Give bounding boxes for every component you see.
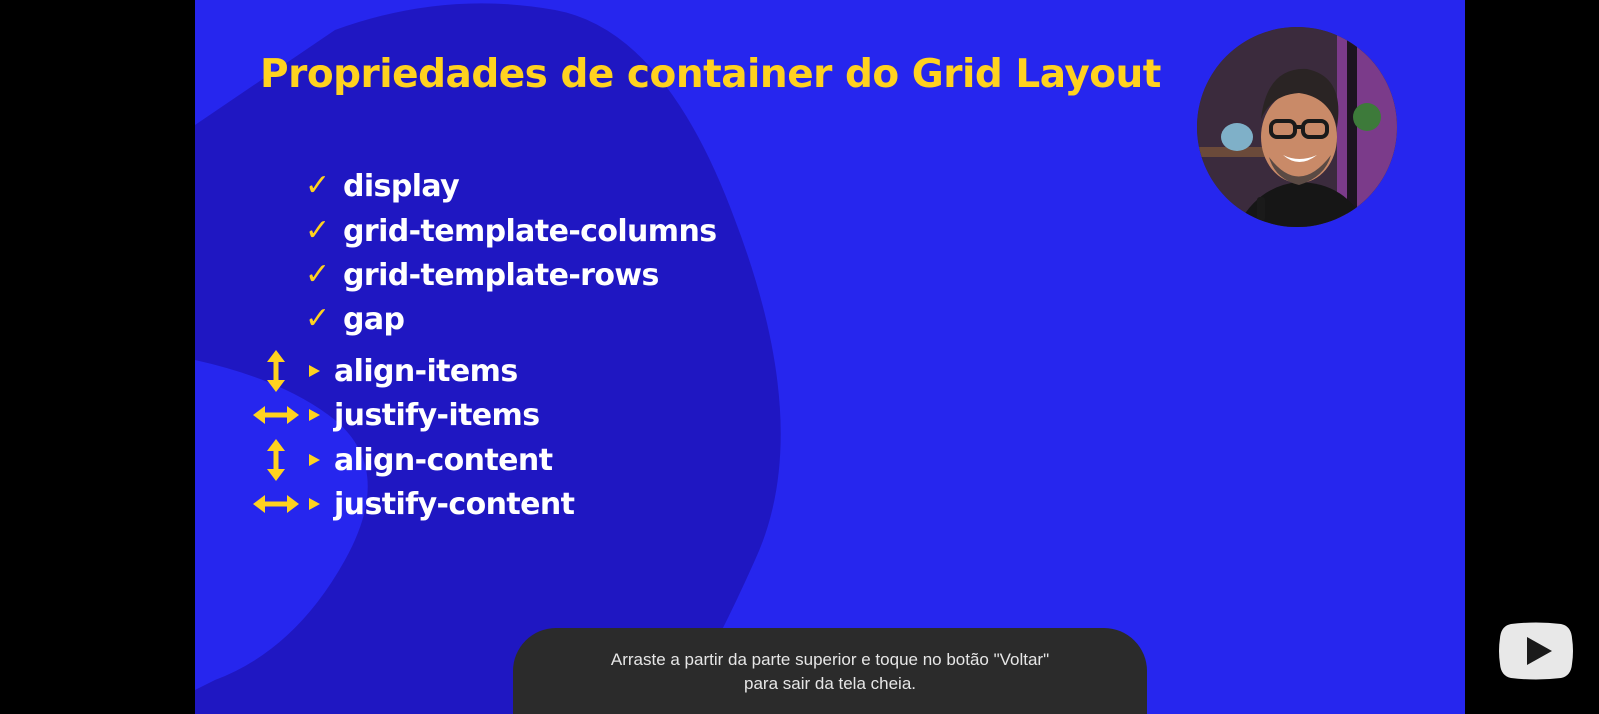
list-item-grid-template-rows: ✓ grid-template-rows xyxy=(305,253,659,297)
property-label: align-items xyxy=(334,353,518,389)
property-label: gap xyxy=(343,301,405,337)
property-list: ✓ display ✓ grid-template-columns ✓ grid… xyxy=(195,0,895,714)
check-icon: ✓ xyxy=(305,168,331,203)
presenter-webcam-avatar xyxy=(1197,27,1397,227)
bullet-triangle-icon xyxy=(309,409,320,421)
list-item-justify-items: justify-items xyxy=(251,393,540,437)
list-item-align-content: align-content xyxy=(251,438,553,482)
check-icon: ✓ xyxy=(305,301,331,336)
fullscreen-exit-toast: Arraste a partir da parte superior e toq… xyxy=(513,628,1147,714)
bullet-triangle-icon xyxy=(309,365,320,377)
video-frame[interactable]: Propriedades de container do Grid Layout… xyxy=(195,0,1465,714)
property-label: grid-template-columns xyxy=(343,213,717,249)
property-label: justify-items xyxy=(334,397,540,433)
vertical-arrows-icon xyxy=(251,349,301,393)
fullscreen-video-player[interactable]: Propriedades de container do Grid Layout… xyxy=(0,0,1599,714)
bullet-triangle-icon xyxy=(309,498,320,510)
property-label: display xyxy=(343,168,460,204)
check-icon: ✓ xyxy=(305,213,331,248)
property-label: grid-template-rows xyxy=(343,257,659,293)
check-icon: ✓ xyxy=(305,257,331,292)
youtube-play-icon xyxy=(1499,622,1573,680)
toast-message-line-1: Arraste a partir da parte superior e toq… xyxy=(610,650,1050,669)
list-item-gap: ✓ gap xyxy=(305,297,405,341)
bullet-triangle-icon xyxy=(309,454,320,466)
list-item-display: ✓ display xyxy=(305,164,460,208)
list-item-align-items: align-items xyxy=(251,349,518,393)
youtube-play-button[interactable] xyxy=(1497,620,1575,682)
property-label: align-content xyxy=(334,442,553,478)
toast-message-line-2: para sair da tela cheia. xyxy=(744,674,916,693)
list-item-grid-template-columns: ✓ grid-template-columns xyxy=(305,209,717,253)
list-item-justify-content: justify-content xyxy=(251,482,575,526)
horizontal-arrows-icon xyxy=(251,482,301,526)
horizontal-arrows-icon xyxy=(251,393,301,437)
vertical-arrows-icon xyxy=(251,438,301,482)
property-label: justify-content xyxy=(334,486,575,522)
